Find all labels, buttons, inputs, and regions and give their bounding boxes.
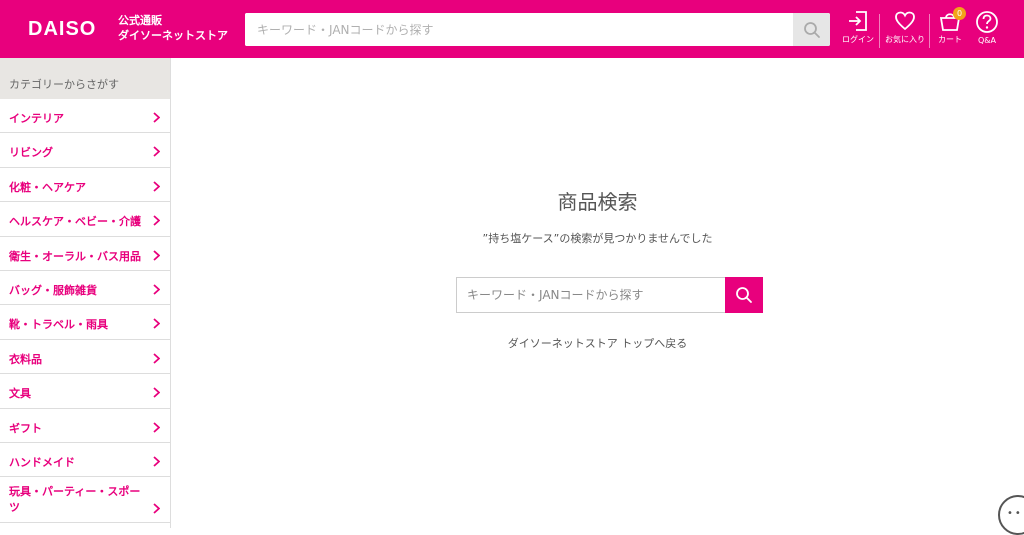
chevron-right-icon [153, 112, 160, 123]
sidebar-item-shoes[interactable]: 靴・トラベル・雨具 [0, 305, 170, 340]
sidebar-item-healthcare[interactable]: ヘルスケア・ベビー・介護 [0, 202, 170, 237]
store-name-line1: 公式通販 [118, 14, 162, 27]
header-divider [879, 14, 880, 48]
chat-icon: ••• [1007, 508, 1024, 519]
chevron-right-icon [153, 503, 160, 514]
sidebar-item-label: ギフト [9, 421, 42, 435]
store-name-line2: ダイソーネットストア [118, 29, 228, 42]
chevron-right-icon [153, 387, 160, 398]
page-title: 商品検索 [557, 190, 638, 214]
chevron-right-icon [153, 456, 160, 467]
no-results-message: ”持ち塩ケース”の検索が見つかりませんでした [482, 232, 713, 245]
chevron-right-icon [153, 181, 160, 192]
category-sidebar: カテゴリーからさがす インテリア リビング 化粧・ヘアケア ヘルスケア・ベビー・… [0, 58, 171, 528]
sidebar-item-label: バッグ・服飾雑貨 [9, 283, 97, 297]
main-search-button[interactable] [725, 277, 763, 313]
sidebar-item-cosmetics[interactable]: 化粧・ヘアケア [0, 168, 170, 203]
chevron-right-icon [153, 318, 160, 330]
sidebar-item-bags[interactable]: バッグ・服飾雑貨 [0, 271, 170, 306]
main-search-input[interactable] [457, 278, 725, 312]
main-search [456, 277, 763, 313]
help-label: Q&A [977, 36, 996, 45]
site-header: DAISO 公式通販 ダイソーネットストア ログイン お気に入り 0 カート Q… [0, 0, 1024, 58]
sidebar-item-label: 靴・トラベル・雨具 [9, 318, 108, 332]
chevron-right-icon [153, 353, 160, 364]
sidebar-item-gift[interactable]: ギフト [0, 409, 170, 443]
favorites-label: お気に入り [885, 35, 925, 44]
chevron-right-icon [153, 284, 160, 295]
sidebar-item-label: インテリア [9, 112, 64, 125]
sidebar-item-living[interactable]: リビング [0, 133, 170, 168]
chevron-right-icon [153, 215, 160, 226]
sidebar-item-label: ヘルスケア・ベビー・介護 [9, 215, 141, 229]
favorites-button[interactable]: お気に入り [883, 10, 927, 50]
login-label: ログイン [842, 35, 874, 44]
back-to-top-link[interactable]: ダイソーネットストア トップへ戻る [171, 335, 1024, 351]
sidebar-item-label: 文具 [9, 387, 31, 401]
daiso-logo[interactable]: DAISO [28, 18, 96, 41]
sidebar-item-label: 衣料品 [9, 352, 42, 366]
sidebar-item-toys[interactable]: 玩具・パーティー・スポーツ [0, 477, 170, 524]
sidebar-item-handmade[interactable]: ハンドメイド [0, 443, 170, 478]
sidebar-item-interior[interactable]: インテリア [0, 99, 170, 134]
sidebar-item-label: 玩具・パーティー・スポーツ [9, 485, 141, 515]
chat-button[interactable]: ••• [998, 495, 1024, 535]
search-icon [736, 287, 752, 303]
chevron-right-icon [153, 249, 160, 261]
chevron-right-icon [153, 421, 160, 433]
login-icon [849, 11, 867, 31]
header-search [245, 13, 830, 46]
sidebar-item-hygiene[interactable]: 衛生・オーラル・バス用品 [0, 237, 170, 271]
store-name[interactable]: 公式通販 ダイソーネットストア [118, 13, 228, 43]
search-icon [803, 21, 820, 38]
login-button[interactable]: ログイン [836, 10, 880, 50]
sidebar-title: カテゴリーからさがす [0, 58, 170, 99]
help-icon [976, 11, 998, 33]
sidebar-item-label: ハンドメイド [9, 455, 75, 469]
help-button[interactable]: Q&A [965, 10, 1009, 50]
header-search-button[interactable] [793, 13, 830, 46]
sidebar-item-label: リビング [9, 146, 53, 160]
chevron-right-icon [153, 146, 160, 158]
sidebar-item-stationery[interactable]: 文具 [0, 374, 170, 409]
sidebar-item-label: 衛生・オーラル・バス用品 [9, 249, 141, 263]
header-search-input[interactable] [245, 13, 793, 46]
sidebar-item-label: 化粧・ヘアケア [9, 180, 86, 194]
heart-icon [895, 11, 915, 31]
sidebar-item-clothing[interactable]: 衣料品 [0, 340, 170, 375]
main-content: 商品検索 ”持ち塩ケース”の検索が見つかりませんでした ダイソーネットストア ト… [171, 58, 1024, 528]
